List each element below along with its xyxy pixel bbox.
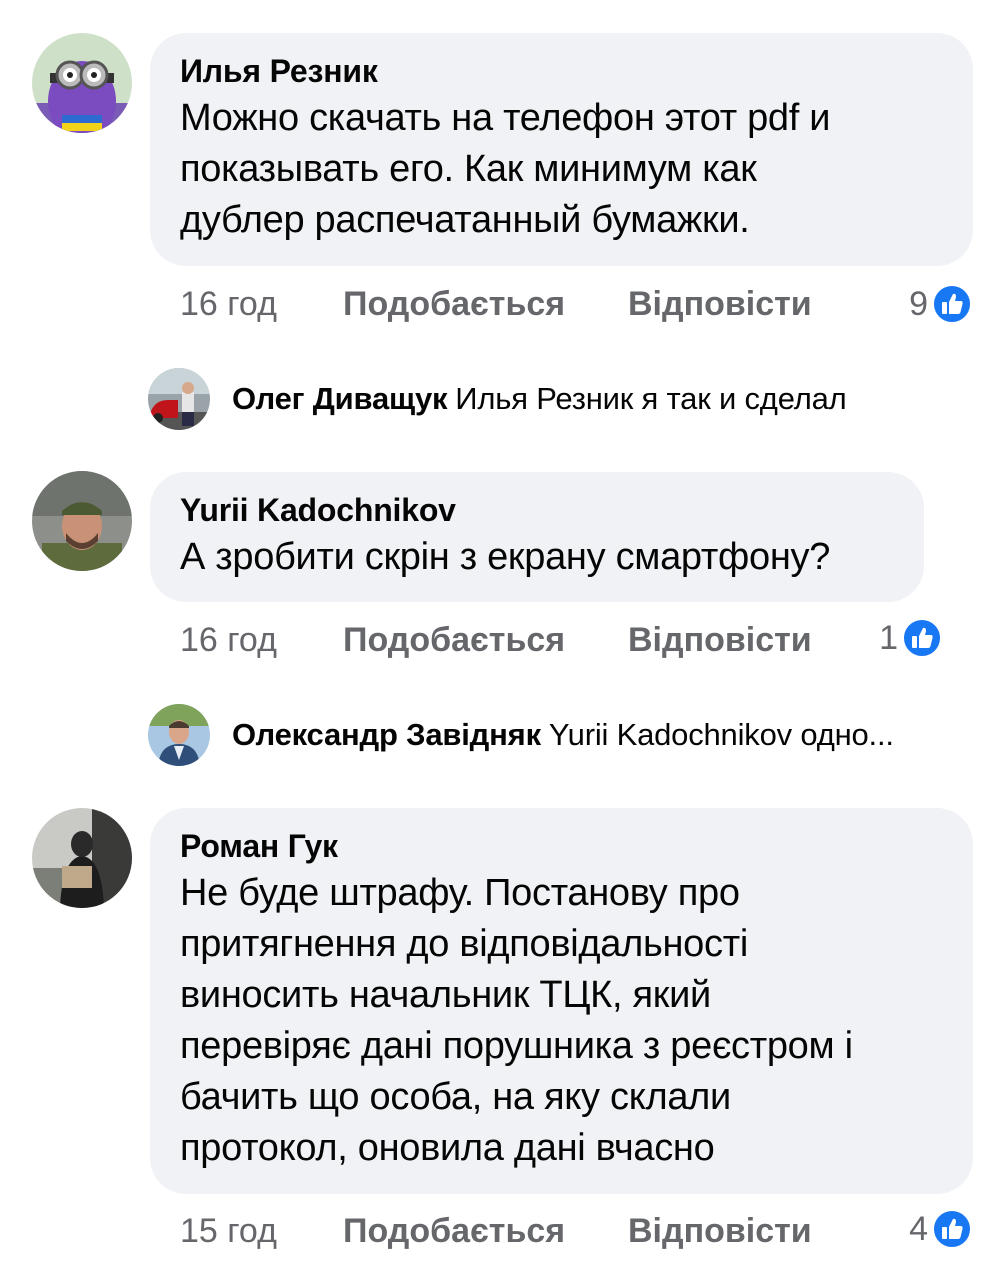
man-with-cap-avatar[interactable] (32, 471, 132, 571)
reply-text: Yurii Kadochnikov одно... (548, 717, 894, 752)
man-with-car-avatar[interactable] (148, 368, 210, 430)
comment-author[interactable]: Роман Гук (180, 824, 943, 868)
comment-time[interactable]: 16 год (180, 280, 277, 328)
reply-button[interactable]: Відповісти (628, 616, 812, 664)
reply-button[interactable]: Відповісти (628, 1207, 812, 1255)
man-in-suit-avatar[interactable] (148, 704, 210, 766)
comment-bubble[interactable]: Yurii Kadochnikov А зробити скрін з екра… (150, 472, 924, 602)
person-dark-avatar[interactable] (32, 808, 132, 908)
comment-text: Не буде штрафу. Постанову про притягненн… (180, 872, 853, 1169)
like-button[interactable]: Подобається (343, 616, 565, 664)
comment-text: Можно скачать на телефон этот pdf и пока… (180, 97, 831, 241)
reply-button[interactable]: Відповісти (628, 280, 812, 328)
reaction-summary[interactable]: 9 (880, 280, 972, 328)
like-button[interactable]: Подобається (343, 280, 565, 328)
comment-time[interactable]: 15 год (180, 1207, 277, 1255)
like-icon (902, 618, 942, 658)
reply-author[interactable]: Олег Диващук (232, 381, 447, 416)
reply-comment[interactable]: Олександр Завідняк Yurii Kadochnikov одно… (232, 713, 894, 757)
comment-author[interactable]: Yurii Kadochnikov (180, 488, 894, 532)
reaction-count: 9 (909, 285, 928, 323)
comment-bubble[interactable]: Роман Гук Не буде штрафу. Постанову про … (150, 808, 973, 1194)
comment-author[interactable]: Илья Резник (180, 49, 943, 93)
like-icon (932, 284, 972, 324)
like-button[interactable]: Подобається (343, 1207, 565, 1255)
comments-thread: Илья Резник Можно скачать на телефон это… (0, 0, 1004, 1280)
comment-time[interactable]: 16 год (180, 616, 277, 664)
reaction-summary[interactable]: 4 (880, 1205, 972, 1253)
comment-text: А зробити скрін з екрану смартфону? (180, 536, 831, 578)
reaction-count: 4 (909, 1210, 928, 1248)
reply-author[interactable]: Олександр Завідняк (232, 717, 541, 752)
reply-comment[interactable]: Олег Диващук Илья Резник я так и сделал (232, 377, 847, 421)
comment-bubble[interactable]: Илья Резник Можно скачать на телефон это… (150, 33, 973, 266)
minion-avatar[interactable] (32, 33, 132, 133)
reply-text: Илья Резник я так и сделал (455, 381, 847, 416)
reaction-summary[interactable]: 1 (850, 614, 942, 662)
reaction-count: 1 (879, 619, 898, 657)
like-icon (932, 1209, 972, 1249)
